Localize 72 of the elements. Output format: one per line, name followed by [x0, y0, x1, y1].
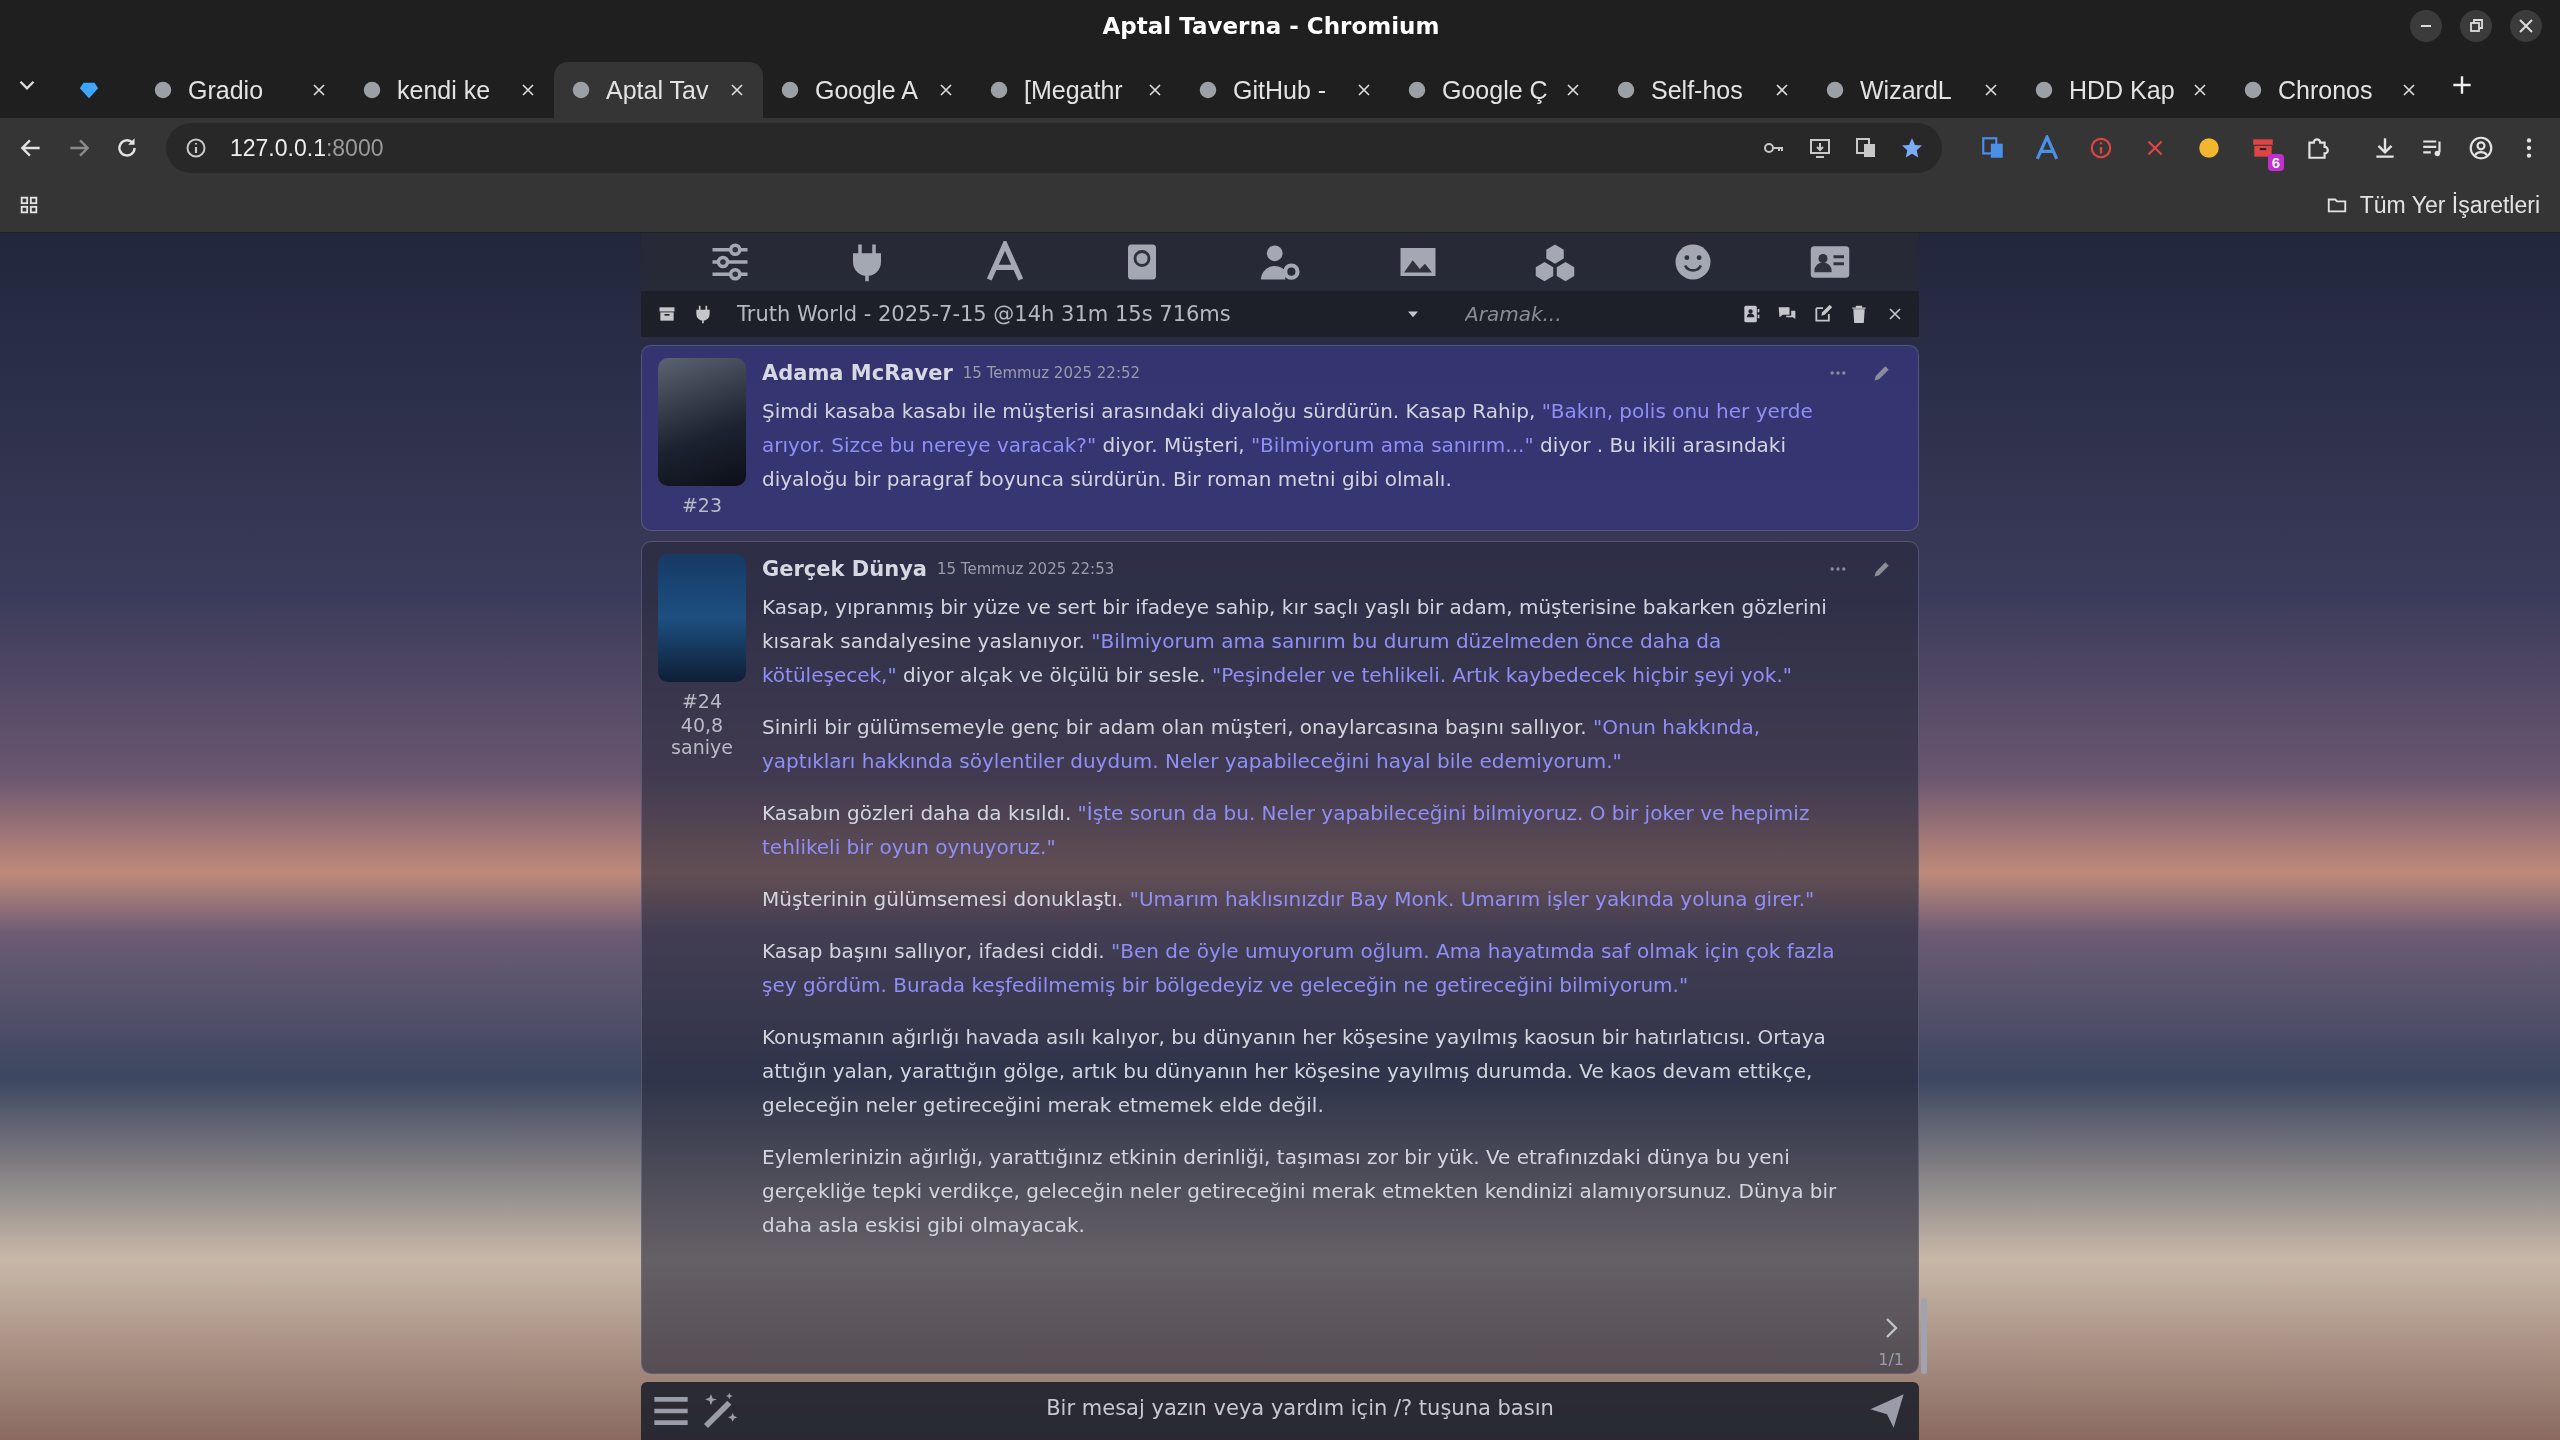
message-number: #24	[681, 690, 723, 712]
message-number: #23	[681, 494, 723, 516]
site-icon	[779, 79, 801, 101]
browser-tab[interactable]: Self-hos	[1599, 62, 1808, 118]
tab-title: [Megathr	[1024, 75, 1124, 105]
scrollbar-thumb[interactable]	[1921, 1298, 1927, 1374]
message-paragraph: Müşterinin gülümsemesi donuklaştı. "Umarım haklısınızdır Bay Monk. Umarım işler yakında yoluna girer."	[762, 886, 1816, 913]
tab-title: Google A	[815, 75, 919, 105]
site-icon	[1615, 79, 1637, 101]
message-paragraph: Kasabın gözleri daha da kısıldı. "İşte sorun da bu. Neler yapabileceğini bilmiyoruz. O bir joker ve hepimiz tehlikeli bir oyun oynuyoruz."	[762, 800, 1811, 861]
tab-title: Google Ç	[1442, 75, 1549, 105]
browser-tab[interactable]: Google Ç	[1390, 62, 1599, 118]
all-bookmarks-button[interactable]: Tüm Yer İşaretleri	[2321, 190, 2546, 220]
site-icon	[570, 79, 592, 101]
url-port: :8000	[325, 134, 384, 161]
sender-name: Adama McRaver	[762, 361, 953, 385]
message-paragraph: Sinirli bir gülümsemeyle genç bir adam olan müşteri, onaylarcasına başını sallıyor. "Onun hakkında, yaptıkları hakkında söylentiler duydum. Neler yapabileceğini hayal bile edemiyorum."	[762, 714, 1761, 775]
browser-tab[interactable]: GitHub -	[1181, 62, 1390, 118]
install-icon[interactable]	[1808, 136, 1832, 160]
message-field[interactable]: Bir mesaj yazın veya yardım için /? tuşuna basın	[641, 1382, 1919, 1440]
message-paragraph: Şimdi kasaba kasabı ile müşterisi arasındaki diyaloğu sürdürün. Kasap Rahip, "Bakın, polis onu her yerde arıyor. Sizce bu nereye varacak?" diyor. Müşteri, "Bilmiyorum ama sanırım..." diyor . Bu ikili arasındaki diyaloğu bir paragraf boyunca sürdürün. Bir roman metni gibi olmalı.	[762, 398, 1814, 493]
archive-icon[interactable]	[657, 304, 677, 324]
site-icon	[2033, 79, 2055, 101]
star-icon[interactable]	[1900, 136, 1924, 160]
sender-name: Gerçek Dünya	[762, 557, 927, 581]
tab-title: Chronos	[2278, 75, 2374, 105]
restore-button[interactable]	[2460, 10, 2492, 42]
message-paragraph: Eylemlerinizin ağırlığı, yarattığınız etkinin derinliği, taşıması zor bir yük. Ve etrafınızdaki dünya bu yeni gerçekliğe tepki verdikçe, geleceğin neler getireceğini merak etmekten kendinizi alamıyorsunuz. Dünya bir daha asla eskisi gibi olmayacak.	[762, 1144, 1838, 1239]
tab-title: HDD Kap	[2069, 75, 2176, 105]
site-icon	[1197, 79, 1219, 101]
swipe-counter: 1/1	[1878, 1350, 1904, 1369]
generation-time: 40,8 saniye	[670, 714, 734, 758]
tab-title: WizardL	[1860, 75, 1953, 105]
extension-badge: 6	[2267, 154, 2284, 171]
browser-tab[interactable]: Google A	[763, 62, 972, 118]
pencil-icon[interactable]	[1872, 559, 1892, 579]
browser-tab[interactable]: kendi ke	[345, 62, 554, 118]
pencil-icon[interactable]	[1872, 363, 1892, 383]
translate-icon[interactable]	[1854, 136, 1878, 160]
tab-title: Self-hos	[1651, 75, 1744, 105]
site-icon	[361, 79, 383, 101]
edit-icon[interactable]	[1813, 304, 1833, 324]
site-icon	[988, 79, 1010, 101]
message-date: 15 Temmuz 2025 22:52	[962, 364, 1141, 382]
window-title: Aptal Taverna - Chromium	[1101, 13, 1441, 39]
info-icon[interactable]	[184, 136, 208, 160]
tab-title: Gradio	[188, 75, 265, 105]
site-icon	[152, 79, 174, 101]
address-bar[interactable]: 127.0.0.1:8000	[166, 123, 1942, 173]
browser-tab[interactable]: Chronos	[2226, 62, 2435, 118]
close-button[interactable]	[2510, 10, 2542, 42]
plug-icon[interactable]	[693, 304, 713, 324]
site-icon	[1824, 79, 1846, 101]
browser-tab[interactable]: Gradio	[136, 62, 345, 118]
site-icon	[2242, 79, 2264, 101]
tab-title: GitHub -	[1233, 75, 1328, 105]
site-icon	[1406, 79, 1428, 101]
message-paragraph: Kasap, yıpranmış bir yüze ve sert bir ifadeye sahip, kır saçlı yaşlı bir adam, müşterisine bakarken gözlerini kısarak sandalyesine yaslanıyor. "Bilmiyorum ama sanırım bu durum düzelmeden önce daha da kötüleşecek," diyor alçak ve ölçülü bir sesle. "Peşindeler ve tehlikeli. Artık kaybedecek hiçbir şeyi yok."	[762, 594, 1828, 689]
avatar-photo[interactable]	[658, 358, 746, 486]
tab-title: Aptal Tav	[606, 75, 710, 105]
url-host: 127.0.0.1	[230, 134, 326, 161]
browser-tab[interactable]: WizardL	[1808, 62, 2017, 118]
message-paragraph: Konuşmanın ağırlığı havada asılı kalıyor, bu dünyanın her köşesine yayılmış kaosun bir hatırlatıcısı. Ortaya attığın yalan, yarattığın gölge, artık bu dünyanın her köşesine yayılmış durumda. Ve kaos devam ettikçe, geleceğin neler getireceğini merak etmemek elde değil.	[762, 1024, 1827, 1119]
browser-tab[interactable]: HDD Kap	[2017, 62, 2226, 118]
trash-icon[interactable]	[1849, 304, 1869, 324]
message-date: 15 Temmuz 2025 22:53	[937, 560, 1115, 578]
browser-tab[interactable]: Aptal Tav	[554, 62, 763, 118]
browser-tab[interactable]: [Megathr	[972, 62, 1181, 118]
contact-card-icon[interactable]	[1741, 304, 1761, 324]
tab-title: kendi ke	[397, 75, 492, 105]
message-paragraph: Kasap başını sallıyor, ifadesi ciddi. "Ben de öyle umuyorum oğlum. Ama hayatımda saf olmak için çok fazla şey gördüm. Burada keşfedilmemiş bir bölgedeyiz ve geleceğin ne getireceğini bilmiyorum."	[762, 938, 1836, 999]
chat-title[interactable]: Truth World - 2025-7-15 @14h 31m 15s 716ms	[737, 302, 1387, 326]
